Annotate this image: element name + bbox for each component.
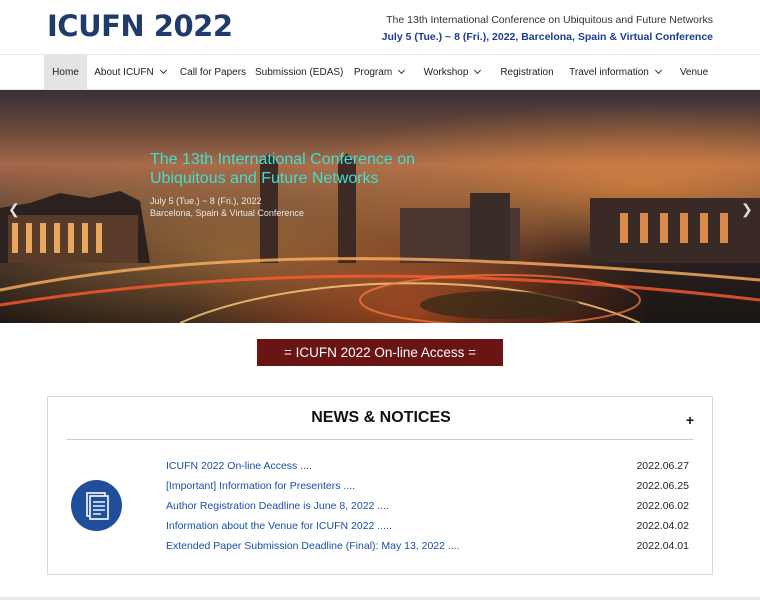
news-item: Author Registration Deadline is June 8, …: [166, 499, 696, 519]
chevron-down-icon: [398, 66, 406, 75]
nav-item-label: Home: [52, 67, 79, 78]
hero-title: The 13th International Conference on Ubi…: [150, 151, 416, 187]
nav-item-label: Workshop: [423, 67, 469, 78]
chevron-down-icon: [159, 66, 167, 75]
main-nav: Home About ICUFN Call for Papers Submiss…: [0, 54, 760, 90]
nav-item-workshop[interactable]: Workshop: [418, 55, 486, 90]
nav-item-label: Venue: [679, 67, 709, 78]
chevron-down-icon: [654, 66, 662, 75]
hero-date: July 5 (Tue.) ~ 8 (Fri.), 2022: [150, 196, 262, 206]
nav-item-home[interactable]: Home: [44, 55, 87, 90]
nav-item-label: Submission (EDAS): [255, 67, 344, 78]
site-logo[interactable]: ICUFN 2022: [47, 9, 233, 43]
nav-item-program[interactable]: Program: [348, 55, 410, 90]
news-item-date: 2022.04.02: [636, 520, 689, 532]
chevron-left-icon[interactable]: ❮: [8, 201, 20, 218]
site-header: ICUFN 2022 The 13th International Confer…: [0, 0, 760, 54]
news-item-date: 2022.06.02: [636, 500, 689, 512]
tagline-date-location: July 5 (Tue.) ~ 8 (Fri.), 2022, Barcelon…: [381, 31, 713, 43]
news-item: [Important] Information for Presenters .…: [166, 479, 696, 499]
nav-item-label: Registration: [500, 67, 554, 78]
tagline-conference-name: The 13th International Conference on Ubi…: [386, 14, 713, 26]
news-item-date: 2022.04.01: [636, 540, 689, 552]
divider: [66, 439, 694, 440]
nav-item-submission[interactable]: Submission (EDAS): [255, 55, 343, 90]
news-item: ICUFN 2022 On-line Access .... 2022.06.2…: [166, 459, 696, 479]
online-access-button[interactable]: = ICUFN 2022 On-line Access =: [257, 339, 503, 366]
news-list: ICUFN 2022 On-line Access .... 2022.06.2…: [166, 459, 696, 559]
chevron-right-icon[interactable]: ❯: [741, 201, 753, 218]
document-icon: [71, 480, 122, 531]
hero-subtitle: July 5 (Tue.) ~ 8 (Fri.), 2022 Barcelona…: [150, 195, 304, 219]
news-item-link[interactable]: Extended Paper Submission Deadline (Fina…: [166, 540, 460, 552]
nav-item-label: Travel information: [569, 67, 649, 78]
hero-slider: The 13th International Conference on Ubi…: [0, 90, 760, 323]
nav-item-label: Call for Papers: [179, 67, 247, 78]
nav-item-call-for-papers[interactable]: Call for Papers: [176, 55, 250, 90]
news-item-link[interactable]: [Important] Information for Presenters .…: [166, 480, 355, 492]
news-title: NEWS & NOTICES: [311, 409, 451, 426]
news-item-date: 2022.06.27: [636, 460, 689, 472]
nav-item-travel-information[interactable]: Travel information: [564, 55, 666, 90]
news-item: Information about the Venue for ICUFN 20…: [166, 519, 696, 539]
nav-item-registration[interactable]: Registration: [497, 55, 557, 90]
news-item-date: 2022.06.25: [636, 480, 689, 492]
news-item-link[interactable]: Information about the Venue for ICUFN 20…: [166, 520, 392, 532]
news-item-link[interactable]: ICUFN 2022 On-line Access ....: [166, 460, 312, 472]
chevron-down-icon: [474, 66, 482, 75]
nav-item-venue[interactable]: Venue: [674, 55, 714, 90]
conference-tagline: The 13th International Conference on Ubi…: [382, 12, 713, 46]
news-item-link[interactable]: Author Registration Deadline is June 8, …: [166, 500, 389, 512]
news-item: Extended Paper Submission Deadline (Fina…: [166, 539, 696, 559]
nav-item-label: About ICUFN: [94, 67, 154, 78]
hero-location: Barcelona, Spain & Virtual Conference: [150, 208, 304, 218]
plus-icon[interactable]: +: [686, 412, 694, 428]
traffic-light-trails: [0, 257, 760, 323]
nav-item-about[interactable]: About ICUFN: [88, 55, 172, 90]
news-notices-panel: NEWS & NOTICES + ICUFN 2022 On-line Acce…: [47, 396, 713, 575]
nav-item-label: Program: [353, 67, 393, 78]
